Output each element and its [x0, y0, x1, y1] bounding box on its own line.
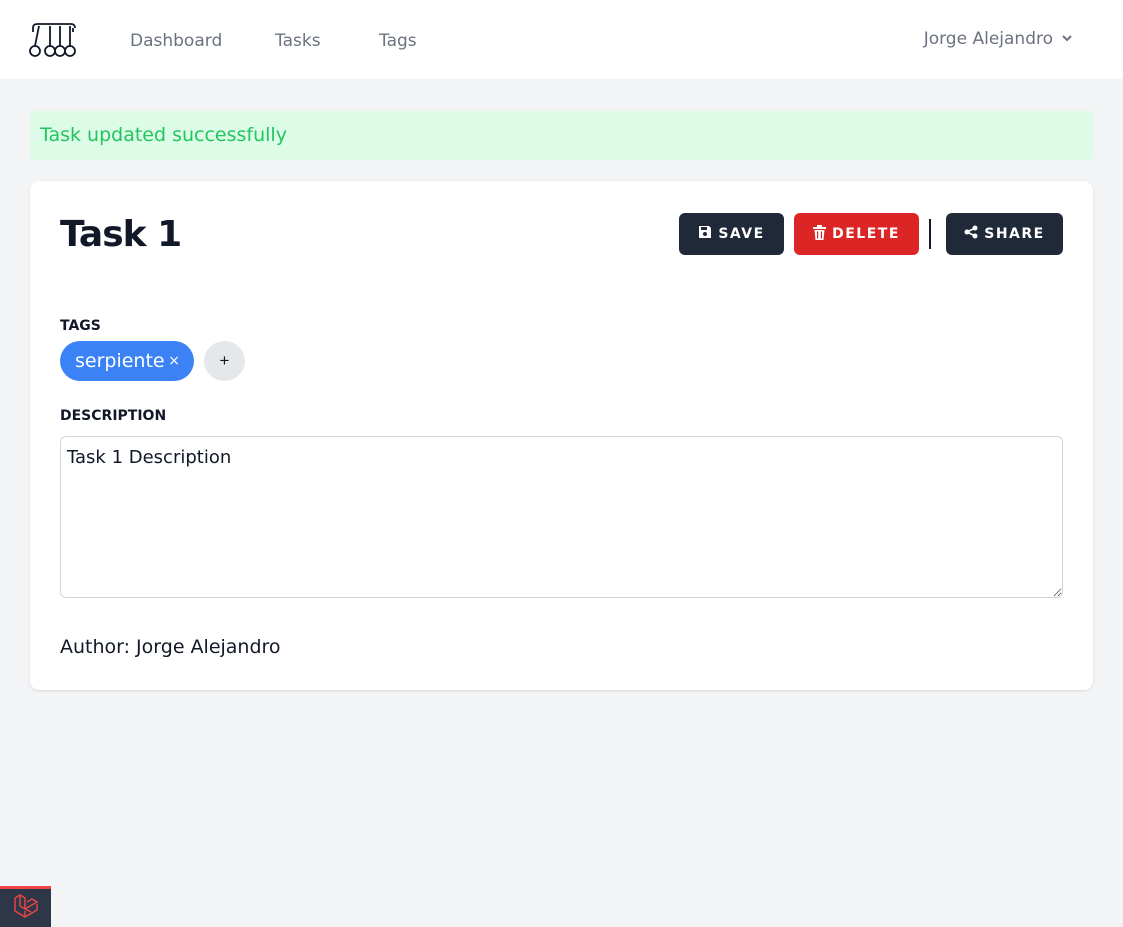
- tag-chip: serpiente ×: [60, 341, 194, 381]
- description-label: DESCRIPTION: [60, 408, 167, 424]
- description-textarea[interactable]: Task 1 Description: [60, 436, 1063, 598]
- tags-label: TAGS: [60, 318, 101, 334]
- floppy-disk-icon: [698, 225, 712, 243]
- nav-link-dashboard[interactable]: Dashboard: [130, 30, 222, 52]
- app-logo-icon[interactable]: [29, 22, 77, 58]
- laravel-icon: [13, 893, 39, 923]
- save-button[interactable]: SAVE: [679, 213, 784, 255]
- success-alert: Task updated successfully: [30, 111, 1093, 160]
- nav-link-tags[interactable]: Tags: [379, 30, 417, 52]
- task-card: Task 1 SAVE DELETE SHARE TAGS serpiente …: [30, 181, 1093, 690]
- laravel-debugbar-toggle[interactable]: [0, 886, 51, 927]
- author-label: Author:: [60, 636, 131, 658]
- delete-button-label: DELETE: [832, 226, 900, 242]
- nav-link-tasks[interactable]: Tasks: [275, 30, 321, 52]
- tag-chip-label: serpiente: [75, 350, 165, 372]
- author-name: Jorge Alejandro: [136, 636, 281, 658]
- user-name: Jorge Alejandro: [923, 29, 1053, 49]
- action-divider: [929, 219, 931, 249]
- task-title: Task 1: [60, 214, 182, 255]
- delete-button[interactable]: DELETE: [794, 213, 919, 255]
- trash-icon: [813, 224, 827, 244]
- share-button-label: SHARE: [984, 226, 1045, 242]
- author-line: Author: Jorge Alejandro: [60, 635, 281, 659]
- add-tag-button[interactable]: +: [204, 341, 245, 381]
- chevron-down-icon: [1061, 28, 1073, 50]
- save-button-label: SAVE: [718, 226, 765, 242]
- top-navbar: Dashboard Tasks Tags Jorge Alejandro: [0, 0, 1123, 80]
- share-button[interactable]: SHARE: [946, 213, 1063, 255]
- tag-remove-button[interactable]: ×: [168, 351, 180, 371]
- user-menu-dropdown[interactable]: Jorge Alejandro: [924, 28, 1073, 50]
- share-icon: [964, 225, 978, 243]
